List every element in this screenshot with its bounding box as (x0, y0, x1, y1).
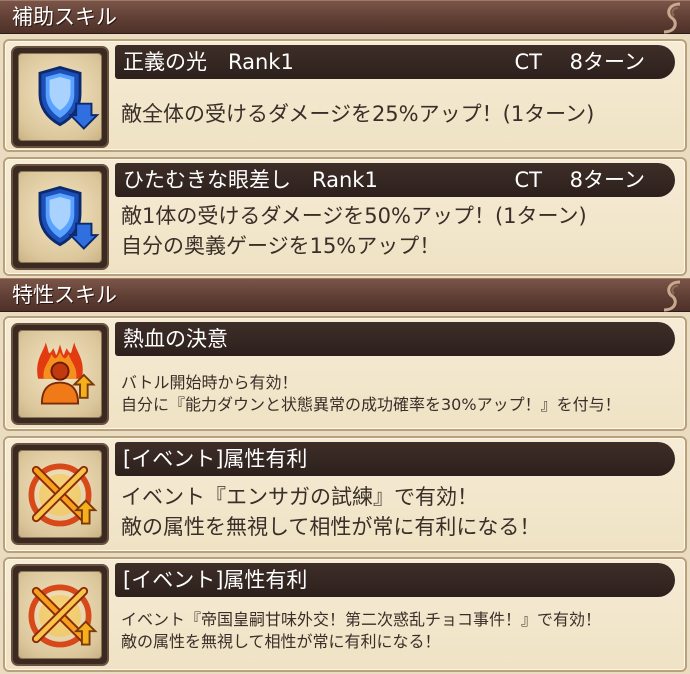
flame-person-up-icon (37, 342, 96, 405)
section-title: 特性スキル (12, 283, 117, 307)
trait-description: イベント『エンサガの試練』で有効！ 敵の属性を無視して相性が常に有利になる！ (121, 482, 540, 542)
description-line: 敵1体の受けるダメージを50%アップ！(1ターン) (121, 204, 587, 228)
trait-icon-frame (11, 443, 109, 545)
trait-name: 熱血の決意 (123, 327, 228, 351)
trait-name: [イベント]属性有利 (123, 568, 308, 592)
skill-icon-frame (11, 164, 109, 270)
shield-down-icon (38, 185, 100, 250)
scroll-ornament-icon (663, 280, 681, 312)
skill-name: 正義の光 Rank1 (123, 50, 294, 74)
skill-name: ひたむきな眼差し Rank1 (123, 168, 378, 192)
description-line: イベント『エンサガの試練』で有効！ (121, 485, 478, 509)
trait-card[interactable]: [イベント]属性有利 イベント『エンサガの試練』で有効！ 敵の属性を無視して相性… (3, 436, 687, 553)
skill-cooldown: CT 8ターン (514, 168, 645, 192)
trait-title-bar: [イベント]属性有利 (115, 442, 675, 476)
trait-title-bar: [イベント]属性有利 (115, 563, 675, 597)
trait-icon-frame (11, 323, 109, 425)
description-line: バトル開始時から有効！ (121, 373, 298, 392)
trait-title-bar: 熱血の決意 (115, 322, 675, 356)
shield-down-icon (38, 65, 100, 130)
description-line: 自分に『能力ダウンと状態異常の成功確率を30%アップ！』を付与！ (121, 395, 621, 414)
trait-name: [イベント]属性有利 (123, 447, 308, 471)
trait-description: バトル開始時から有効！ 自分に『能力ダウンと状態異常の成功確率を30%アップ！』… (121, 372, 621, 416)
description-line: イベント『帝国皇嗣甘味外交！第二次惑乱チョコ事件！』で有効！ (121, 610, 602, 629)
trait-card[interactable]: [イベント]属性有利 イベント『帝国皇嗣甘味外交！第二次惑乱チョコ事件！』で有効… (3, 557, 687, 672)
section-header-trait: 特性スキル (0, 278, 690, 312)
trait-description: イベント『帝国皇嗣甘味外交！第二次惑乱チョコ事件！』で有効！ 敵の属性を無視して… (121, 609, 601, 653)
description-line: 敵全体の受けるダメージを25%アップ！(1ターン) (121, 102, 595, 126)
skill-icon-frame (11, 46, 109, 148)
skill-description: 敵1体の受けるダメージを50%アップ！(1ターン) 自分の奥義ゲージを15%アッ… (121, 201, 587, 261)
skill-card[interactable]: 正義の光 Rank1 CT 8ターン 敵全体の受けるダメージを25%アップ！(1… (3, 39, 687, 152)
scroll-ornament-icon (663, 2, 681, 34)
trait-icon-frame (11, 564, 109, 666)
section-title: 補助スキル (12, 5, 117, 29)
description-line: 敵の属性を無視して相性が常に有利になる！ (121, 515, 541, 539)
section-header-support: 補助スキル (0, 0, 690, 34)
skill-cooldown: CT 8ターン (514, 50, 645, 74)
crossed-swords-up-icon (28, 463, 98, 527)
description-line: 敵の属性を無視して相性が常に有利になる！ (121, 632, 441, 651)
crossed-swords-up-icon (28, 584, 98, 648)
skill-title-bar: ひたむきな眼差し Rank1 CT 8ターン (115, 163, 675, 197)
trait-card[interactable]: 熱血の決意 バトル開始時から有効！ 自分に『能力ダウンと状態異常の成功確率を30… (3, 316, 687, 431)
skill-card[interactable]: ひたむきな眼差し Rank1 CT 8ターン 敵1体の受けるダメージを50%アッ… (3, 157, 687, 276)
skill-description: 敵全体の受けるダメージを25%アップ！(1ターン) (121, 99, 594, 129)
skill-title-bar: 正義の光 Rank1 CT 8ターン (115, 45, 675, 79)
description-line: 自分の奥義ゲージを15%アップ！ (121, 234, 441, 258)
